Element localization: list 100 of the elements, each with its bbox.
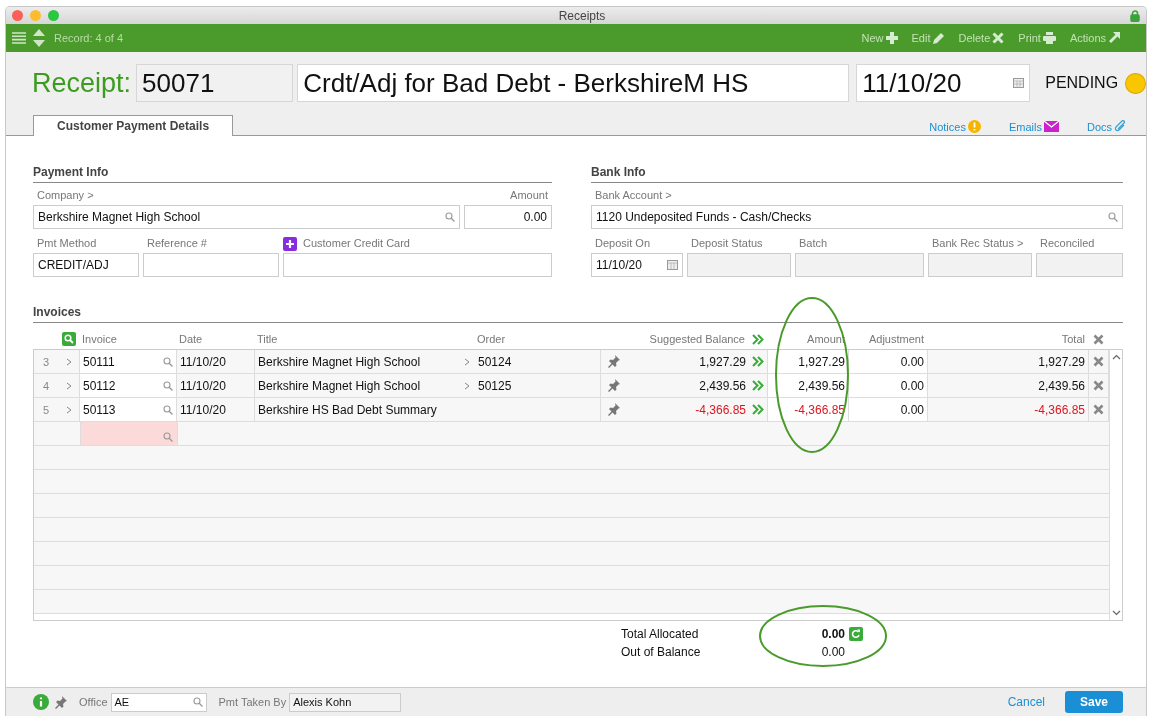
double-chevron-icon[interactable] xyxy=(752,356,764,367)
search-icon[interactable] xyxy=(163,432,173,442)
column-header: Adjustment xyxy=(867,333,925,345)
receipt-number-field[interactable]: 50071 xyxy=(136,64,294,102)
pin-icon[interactable] xyxy=(607,403,620,416)
info-icon[interactable] xyxy=(33,694,49,710)
scroll-down-icon[interactable] xyxy=(1111,610,1121,616)
field-label: Deposit Status xyxy=(690,237,764,251)
chevron-icon[interactable] xyxy=(464,357,470,366)
pin-icon[interactable] xyxy=(607,379,620,392)
tab[interactable]: Customer Payment Details xyxy=(33,115,234,136)
paperclip-icon xyxy=(1114,120,1126,133)
search-icon[interactable] xyxy=(163,404,173,415)
amount-field[interactable]: 1,927.29 xyxy=(768,350,849,373)
printer-icon xyxy=(1042,32,1056,44)
column-header: Total xyxy=(1060,333,1086,345)
table-cell: 1,927.29 xyxy=(928,350,1089,373)
delete-icon[interactable] xyxy=(1092,333,1104,345)
delete-icon[interactable] xyxy=(1093,380,1104,391)
refresh-icon[interactable] xyxy=(849,627,863,641)
field-label: Pmt Method xyxy=(36,237,98,251)
column-header: Date xyxy=(178,333,204,345)
column-header: Title xyxy=(256,333,279,345)
cross-icon xyxy=(992,32,1005,44)
pencil-icon xyxy=(932,32,945,44)
lock-icon xyxy=(1130,9,1140,22)
total-value: 0.00 xyxy=(820,627,845,641)
double-chevron-icon[interactable] xyxy=(752,380,764,391)
search-icon[interactable] xyxy=(163,380,173,391)
pin-icon[interactable] xyxy=(55,695,67,709)
office-field[interactable]: AE xyxy=(110,692,207,712)
diagonal-arrow-icon xyxy=(1108,32,1120,44)
record-counter: Record: 4 of 4 xyxy=(54,32,124,44)
table-cell: -4,366.85 xyxy=(928,398,1089,421)
field-label: Bank Account > xyxy=(594,189,673,203)
chevron-icon[interactable] xyxy=(65,405,72,414)
mail-icon xyxy=(1043,121,1059,132)
date-field[interactable]: 11/10/20 xyxy=(591,253,683,277)
search-icon[interactable] xyxy=(445,212,455,222)
field-label: Office xyxy=(79,696,108,708)
field-label: Reconciled xyxy=(1039,237,1096,251)
receipt-title-field[interactable]: Crdt/Adj for Bad Debt - BerkshireM HS xyxy=(297,64,850,102)
receipt-label: Receipt: xyxy=(32,67,132,99)
calendar-icon[interactable] xyxy=(667,260,678,270)
table-cell-text: 1,927.29 xyxy=(698,353,747,371)
section-heading: Invoices xyxy=(33,305,1123,323)
save-button[interactable]: Save xyxy=(1065,691,1123,713)
chevron-icon[interactable] xyxy=(65,357,72,366)
receipt-date-field[interactable]: 11/10/20 xyxy=(856,64,1031,102)
field-label: Reference # xyxy=(146,237,208,251)
add-icon[interactable] xyxy=(283,237,297,251)
table-cell: 11/10/20 xyxy=(177,374,255,397)
search-icon[interactable] xyxy=(163,356,173,367)
delete-icon[interactable] xyxy=(1093,356,1104,367)
chevron-icon[interactable] xyxy=(464,381,470,390)
zoom-button[interactable] xyxy=(48,10,59,21)
alert-icon xyxy=(967,120,981,133)
total-value: 0.00 xyxy=(820,645,845,659)
table-cell: 50124 xyxy=(475,350,601,373)
close-button[interactable] xyxy=(12,10,23,21)
new-invoice-field[interactable] xyxy=(81,422,178,445)
search-icon[interactable] xyxy=(1108,212,1118,222)
amount-field[interactable]: 2,439.56 xyxy=(768,374,849,397)
scrollbar[interactable] xyxy=(1109,350,1122,620)
line-number: 5 xyxy=(41,402,51,418)
field-label: Deposit On xyxy=(594,237,652,251)
amount-field[interactable]: 0.00 xyxy=(464,205,552,229)
payment-method-field[interactable]: CREDIT/ADJ xyxy=(33,253,139,277)
double-chevron-icon[interactable] xyxy=(751,333,764,345)
scroll-up-icon[interactable] xyxy=(1111,354,1121,360)
delete-icon[interactable] xyxy=(1093,404,1104,415)
table-cell-text: 2,439.56 xyxy=(698,377,747,395)
invoice-field[interactable]: 50113 xyxy=(80,398,177,421)
total-label: Out of Balance xyxy=(621,645,702,659)
up-down-arrows-icon[interactable] xyxy=(33,29,45,47)
search-icon[interactable] xyxy=(62,332,76,346)
adjustment-field[interactable]: 0.00 xyxy=(849,374,928,397)
calendar-icon[interactable] xyxy=(1013,78,1025,88)
column-header: Suggested Balance xyxy=(648,333,746,345)
invoice-field[interactable]: 50111 xyxy=(80,350,177,373)
adjustment-field[interactable]: 0.00 xyxy=(849,350,928,373)
bank-account-field[interactable]: 1120 Undeposited Funds - Cash/Checks xyxy=(591,205,1123,229)
table-cell: 11/10/20 xyxy=(177,398,255,421)
adjustment-field[interactable]: 0.00 xyxy=(849,398,928,421)
credit-card-field[interactable] xyxy=(283,253,552,277)
company-field[interactable]: Berkshire Magnet High School xyxy=(33,205,460,229)
field-label: Amount xyxy=(509,189,549,203)
double-chevron-icon[interactable] xyxy=(752,404,764,415)
reference-field[interactable] xyxy=(143,253,279,277)
column-header: Invoice xyxy=(81,333,118,345)
menu-icon[interactable] xyxy=(12,32,26,44)
field-label: Customer Credit Card xyxy=(302,237,410,251)
invoice-field[interactable]: 50112 xyxy=(80,374,177,397)
status-text: PENDING xyxy=(1045,74,1119,92)
table-cell-text: Berkshire Magnet High School xyxy=(257,353,422,371)
chevron-icon[interactable] xyxy=(65,381,72,390)
section-heading: Bank Info xyxy=(591,165,1123,183)
pin-icon[interactable] xyxy=(607,355,620,368)
search-icon[interactable] xyxy=(192,697,203,707)
line-number: 4 xyxy=(41,378,51,394)
